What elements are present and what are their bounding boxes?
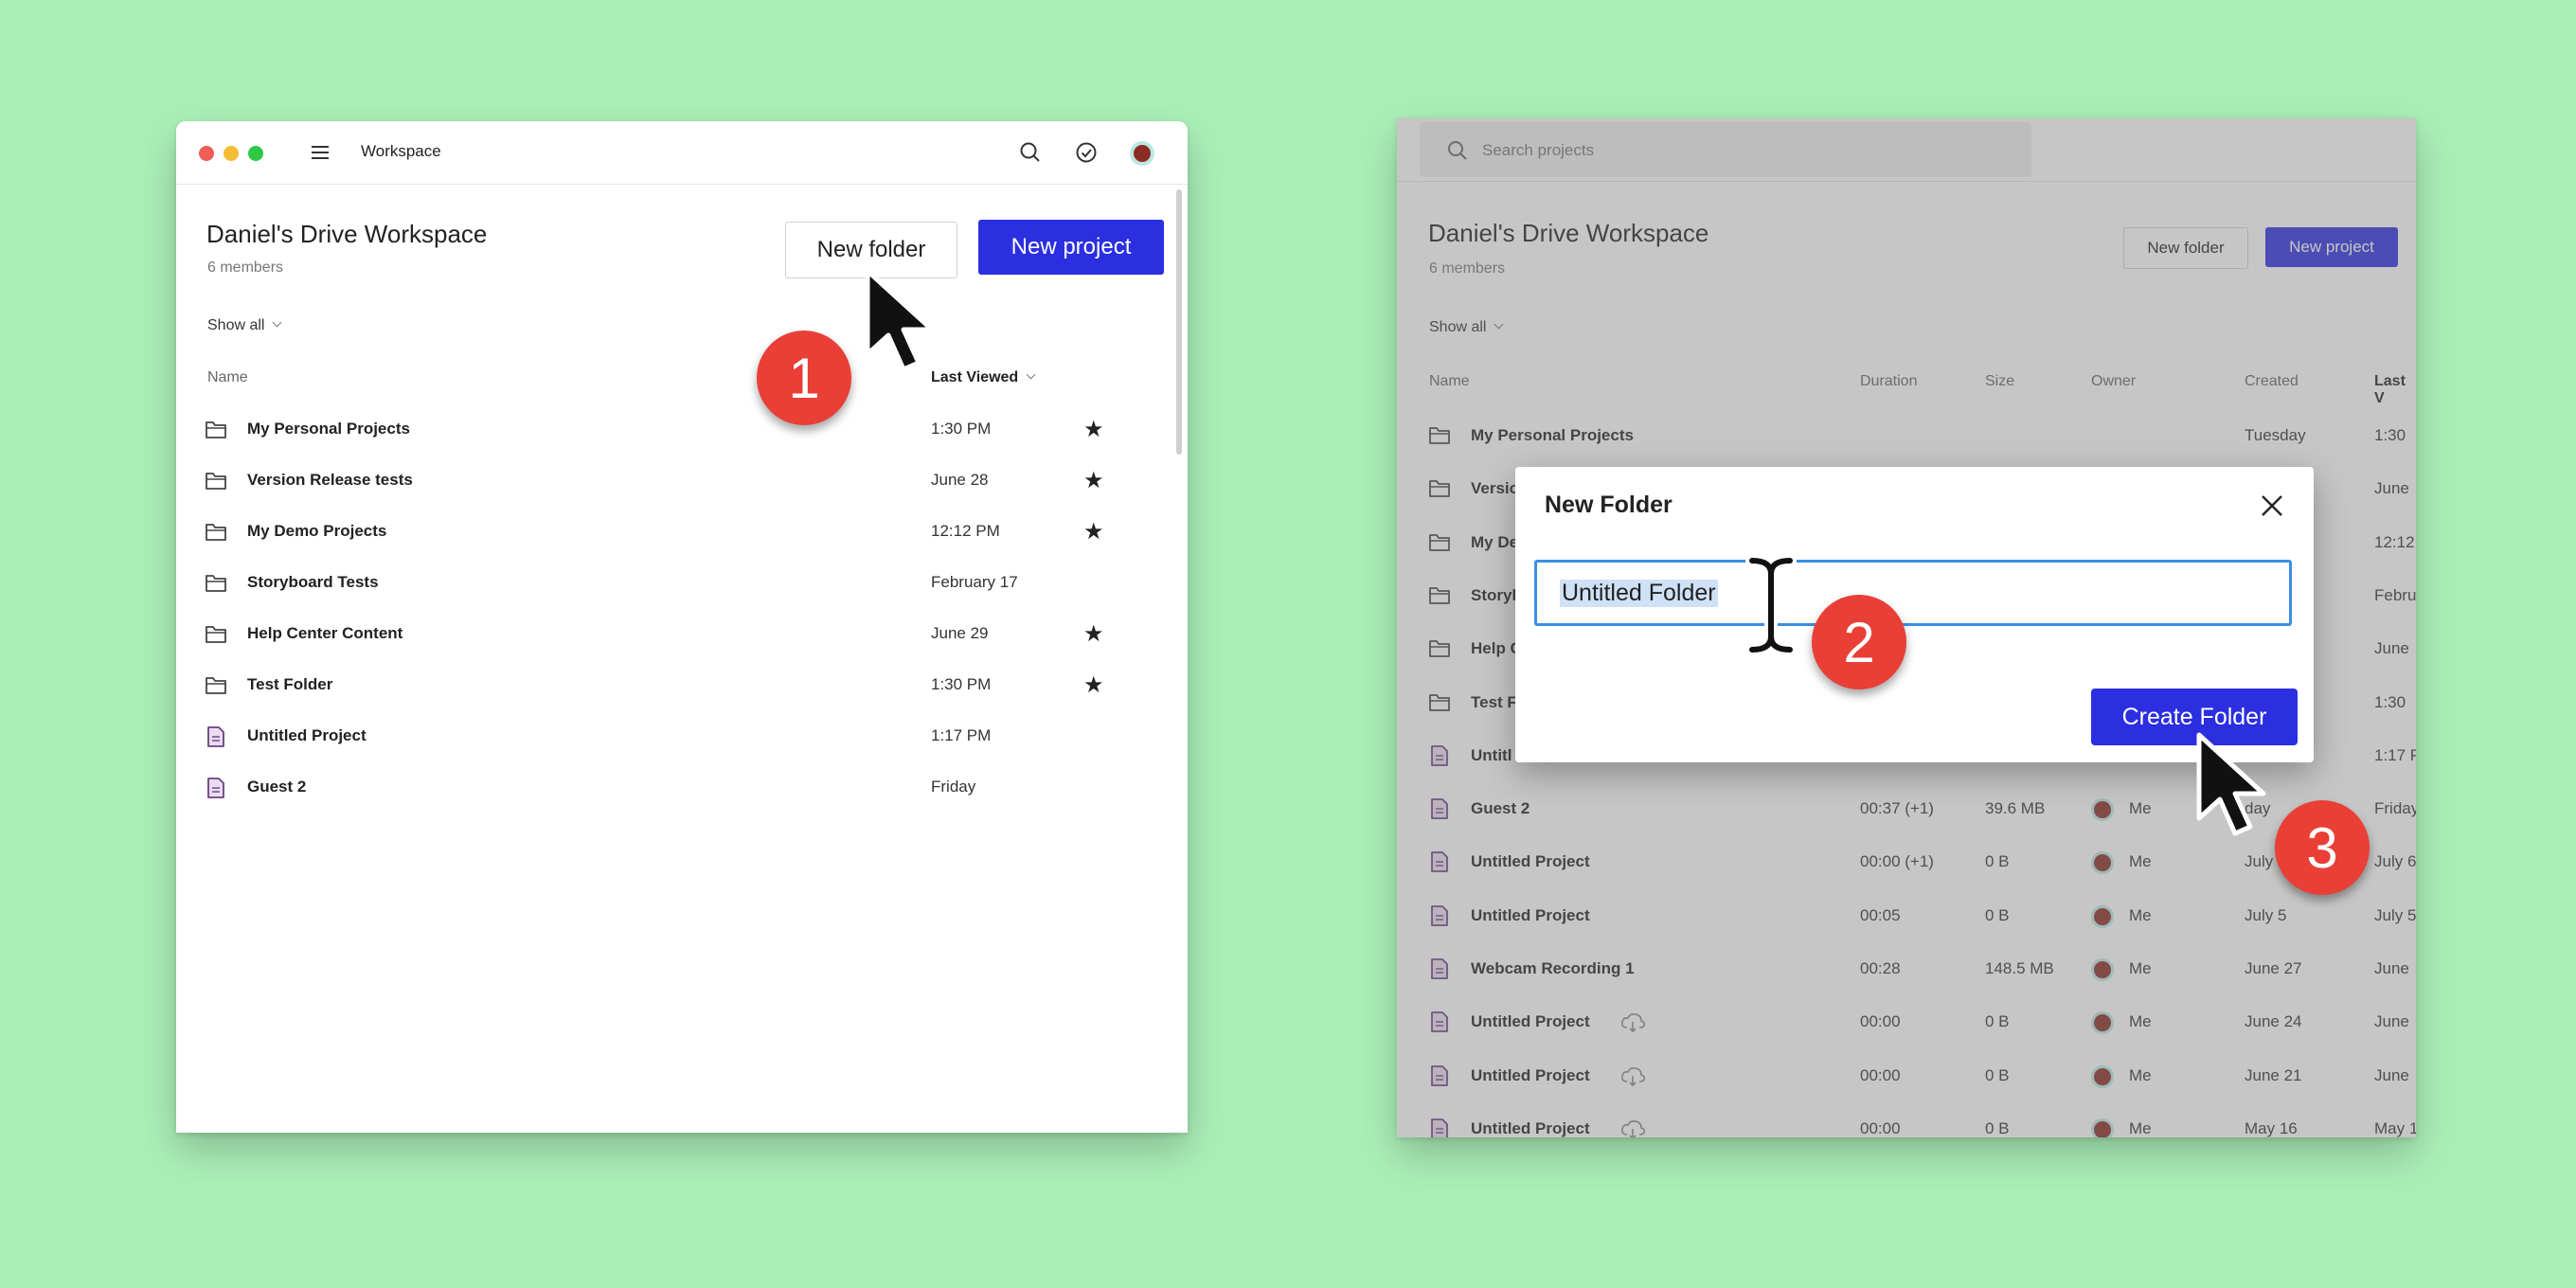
list-item[interactable]: Guest 2 Friday [176, 769, 1188, 807]
item-name: My Personal Projects [247, 420, 410, 438]
chevron-down-icon [1026, 369, 1036, 380]
step-badge-1: 1 [757, 331, 851, 425]
item-name: Version Release tests [247, 471, 413, 489]
list-item[interactable]: Storyboard Tests February 17 [176, 564, 1188, 602]
folder-icon [206, 473, 226, 490]
list-item[interactable]: Version Release tests June 28 ★ [176, 462, 1188, 500]
step-badge-3: 3 [2275, 800, 2370, 895]
check-circle-icon[interactable] [1074, 140, 1099, 165]
folder-icon [206, 524, 226, 541]
file-icon [207, 778, 224, 798]
text-cursor-icon [1745, 554, 1797, 656]
workspace-window-dialog: Search projects Daniel's Drive Workspace… [1397, 118, 2416, 1137]
members-count: 6 members [207, 259, 284, 276]
page-title: Daniel's Drive Workspace [206, 220, 488, 248]
item-name: Guest 2 [247, 778, 307, 796]
file-icon [207, 726, 224, 747]
item-last-viewed: February 17 [931, 573, 1018, 591]
column-header-name[interactable]: Name [207, 369, 248, 386]
avatar[interactable] [1134, 145, 1151, 162]
list-item[interactable]: Untitled Project 1:17 PM [176, 718, 1188, 756]
new-folder-dialog: New Folder Untitled Folder Create Folder [1515, 467, 2314, 762]
item-last-viewed: Friday [931, 778, 976, 796]
chevron-down-icon [273, 317, 282, 328]
search-icon[interactable] [1018, 140, 1043, 165]
star-icon[interactable]: ★ [1083, 521, 1104, 544]
star-icon[interactable]: ★ [1083, 470, 1104, 492]
list-item[interactable]: Test Folder 1:30 PM ★ [176, 667, 1188, 705]
folder-name-input[interactable]: Untitled Folder [1534, 560, 2292, 626]
close-window-button[interactable] [199, 146, 214, 161]
item-name: Help Center Content [247, 624, 403, 642]
new-project-button[interactable]: New project [978, 220, 1164, 275]
item-name: My Demo Projects [247, 522, 387, 540]
folder-icon [206, 626, 226, 643]
dialog-title: New Folder [1545, 492, 1673, 518]
item-last-viewed: 1:17 PM [931, 726, 992, 744]
star-icon[interactable]: ★ [1083, 674, 1104, 697]
close-icon[interactable] [2259, 492, 2285, 519]
item-last-viewed: June 29 [931, 624, 989, 642]
list-item[interactable]: My Demo Projects 12:12 PM ★ [176, 513, 1188, 551]
star-icon[interactable]: ★ [1083, 419, 1104, 441]
show-all-label: Show all [207, 317, 265, 333]
mouse-pointer-icon [865, 268, 935, 372]
item-last-viewed: June 28 [931, 471, 989, 489]
item-name: Storyboard Tests [247, 573, 379, 591]
item-name: Untitled Project [247, 726, 367, 744]
item-last-viewed: 12:12 PM [931, 522, 1000, 540]
folder-icon [206, 677, 226, 694]
item-last-viewed: 1:30 PM [931, 675, 992, 693]
scrollbar[interactable] [1176, 189, 1182, 455]
step-badge-2: 2 [1812, 595, 1906, 689]
show-all-filter[interactable]: Show all [207, 317, 282, 334]
workspace-window: Workspace Daniel's Drive Workspace 6 mem… [176, 121, 1188, 1133]
menu-icon[interactable] [309, 141, 331, 164]
item-name: Test Folder [247, 675, 333, 693]
folder-icon [206, 421, 226, 438]
mouse-pointer-icon [2196, 732, 2266, 836]
item-last-viewed: 1:30 PM [931, 420, 992, 438]
title-bar: Workspace [176, 121, 1188, 185]
folder-name-value: Untitled Folder [1560, 580, 1718, 607]
maximize-window-button[interactable] [248, 146, 263, 161]
window-title: Workspace [361, 142, 441, 160]
folder-icon [206, 575, 226, 592]
minimize-window-button[interactable] [224, 146, 239, 161]
list-item[interactable]: My Personal Projects 1:30 PM ★ [176, 411, 1188, 449]
star-icon[interactable]: ★ [1083, 623, 1104, 646]
list-item[interactable]: Help Center Content June 29 ★ [176, 616, 1188, 653]
